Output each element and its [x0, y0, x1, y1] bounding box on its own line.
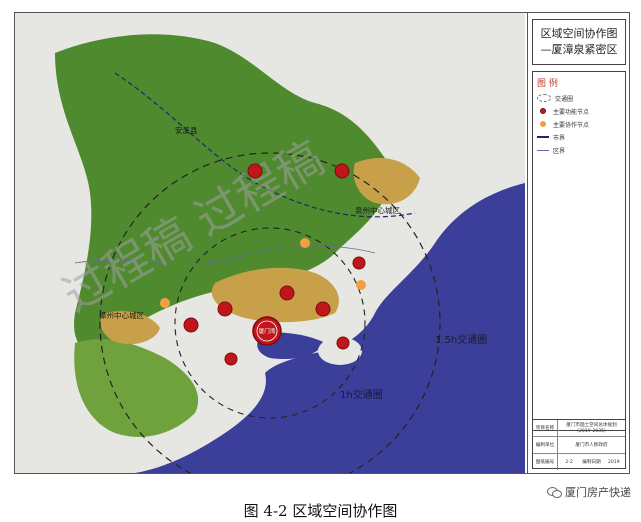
info-key: 图纸编号 — [533, 454, 558, 470]
orange-dot-icon — [537, 120, 549, 128]
info-value: 厦门市国土空间总体规划（2019-2035） — [566, 423, 617, 434]
dashed-circle-icon — [537, 94, 551, 102]
red-dot-icon — [537, 107, 549, 115]
label-ring-1-5h: 1.5h交通圈 — [435, 333, 487, 346]
solid-line-icon — [537, 149, 549, 151]
regional-map: 过程稿 过程稿 安溪县 泉州中心城区 漳州中心城区 1.5h交通圈 1h交通圈 … — [15, 13, 525, 473]
node-marker — [160, 298, 170, 308]
node-marker — [279, 285, 295, 301]
label-quanzhou: 泉州中心城区 — [355, 205, 400, 215]
dashed-line-icon — [537, 136, 549, 138]
label-ring-1h: 1h交通圈 — [340, 388, 383, 401]
node-marker — [336, 336, 350, 350]
legend-label: 区界 — [553, 147, 566, 155]
figure-caption: 图 4-2 区域空间协作图 — [243, 502, 398, 520]
legend-label: 主要功能节点 — [553, 108, 590, 116]
legend-panel: 区域空间协作图 —厦漳泉紧密区 图 例 交通圈 主要功能节点 主要协作节点 市界 — [527, 13, 629, 473]
legend-title: 图 例 — [537, 79, 558, 89]
wechat-account-name: 厦门房产快递 — [565, 486, 631, 499]
legend-item: 市界 — [537, 132, 621, 142]
legend-item: 交通圈 — [537, 93, 621, 103]
info-table: 项目名称 厦门市国土空间总体规划（2019-2035） 编制单位 厦门市人民政府… — [532, 419, 626, 470]
legend-label: 交通圈 — [555, 95, 574, 103]
node-marker — [300, 238, 310, 248]
info-value: 厦门市人民政府 — [575, 443, 608, 448]
node-xiamen: 厦门湾 — [252, 316, 282, 346]
legend: 图 例 交通圈 主要功能节点 主要协作节点 市界 区界 — [532, 71, 626, 431]
node-marker — [224, 352, 238, 366]
node-marker — [217, 301, 233, 317]
info-key: 项目名称 — [533, 420, 558, 436]
legend-label: 主要协作节点 — [553, 121, 590, 129]
map-title: 区域空间协作图 — [540, 27, 618, 40]
node-marker — [247, 163, 263, 179]
info-key: 编制单位 — [533, 437, 558, 453]
node-xiamen-label: 厦门湾 — [259, 327, 276, 335]
info-value: 编制日期 — [582, 460, 601, 465]
map-subtitle: —厦漳泉紧密区 — [540, 43, 618, 56]
node-marker — [183, 317, 199, 333]
label-anxi: 安溪县 — [175, 125, 198, 135]
wechat-account: 厦门房产快递 — [547, 484, 631, 500]
node-marker — [356, 280, 366, 290]
legend-item: 区界 — [537, 145, 621, 155]
info-row: 项目名称 厦门市国土空间总体规划（2019-2035） — [533, 420, 625, 437]
label-zhangzhou: 漳州中心城区 — [99, 310, 144, 320]
map-title-box: 区域空间协作图 —厦漳泉紧密区 — [532, 19, 626, 65]
info-row: 编制单位 厦门市人民政府 — [533, 437, 625, 454]
info-value: 2-2 — [565, 459, 573, 465]
wechat-icon — [547, 487, 562, 498]
info-row: 图纸编号 2-2 编制日期 2019 — [533, 454, 625, 470]
map-frame: 过程稿 过程稿 安溪县 泉州中心城区 漳州中心城区 1.5h交通圈 1h交通圈 … — [14, 12, 630, 474]
legend-item: 主要协作节点 — [537, 119, 621, 129]
node-marker — [315, 301, 331, 317]
legend-item: 主要功能节点 — [537, 106, 621, 116]
node-marker — [352, 256, 366, 270]
legend-label: 市界 — [553, 134, 566, 142]
info-value: 2019 — [607, 459, 620, 465]
node-marker — [334, 163, 350, 179]
